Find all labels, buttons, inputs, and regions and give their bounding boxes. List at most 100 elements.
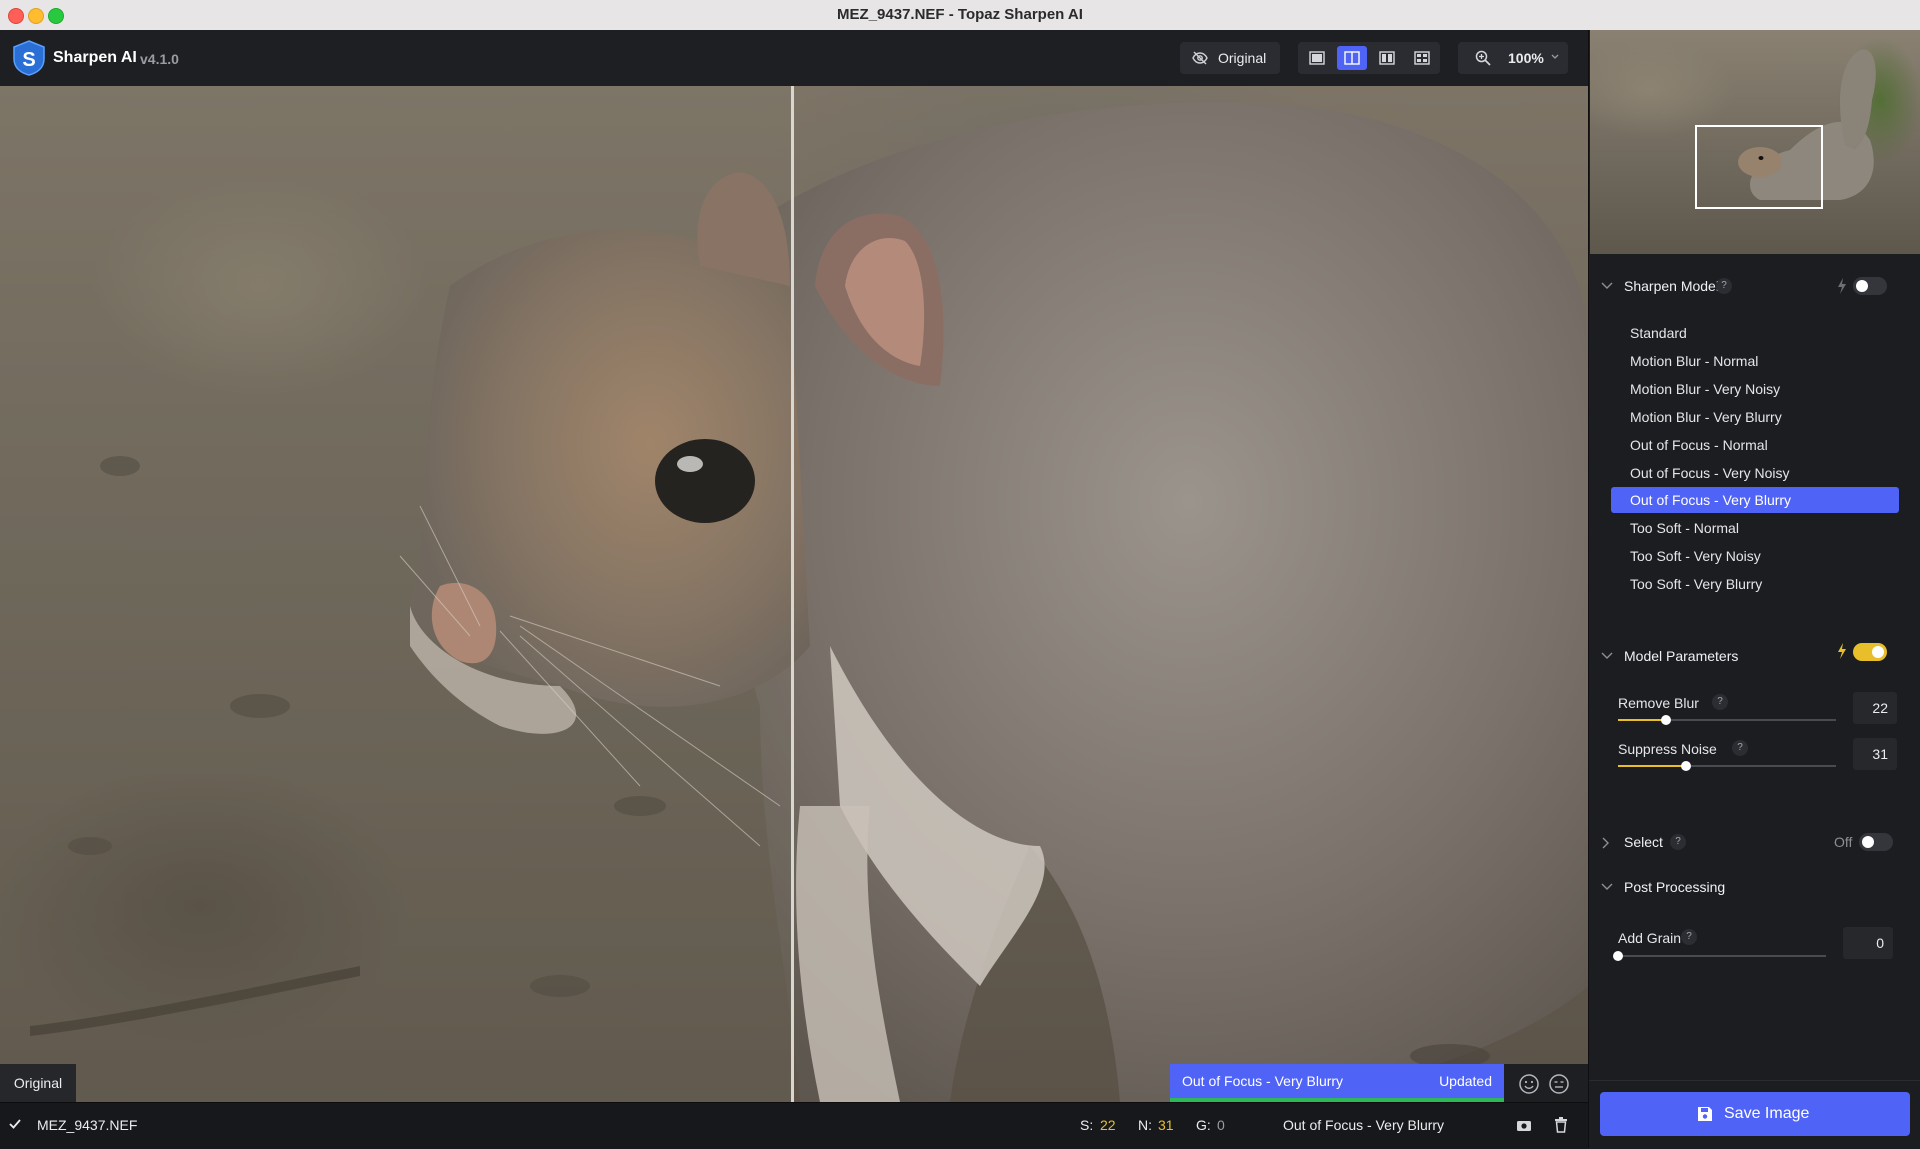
model-option[interactable]: Too Soft - Very Blurry	[1611, 571, 1899, 597]
lightning-icon	[1838, 643, 1846, 659]
side-by-side-view-icon	[1379, 51, 1395, 65]
model-option[interactable]: Too Soft - Normal	[1611, 515, 1899, 541]
sharpen-model-header[interactable]: Sharpen Model ?	[1589, 272, 1920, 300]
window-title: MEZ_9437.NEF - Topaz Sharpen AI	[837, 6, 1083, 23]
select-toggle[interactable]	[1859, 833, 1893, 851]
chevron-down-icon	[1601, 652, 1613, 659]
model-option-label: Too Soft - Normal	[1630, 520, 1739, 537]
zoom-level: 100%	[1508, 50, 1544, 66]
model-option-label: Too Soft - Very Blurry	[1630, 576, 1763, 593]
model-parameters-title: Model Parameters	[1624, 648, 1739, 664]
zoom-icon	[1475, 50, 1491, 66]
view-mode-group	[1298, 42, 1440, 74]
remove-blur-slider[interactable]	[1618, 715, 1836, 725]
model-option-label: Out of Focus - Very Blurry	[1630, 492, 1792, 509]
side-by-side-view-button[interactable]	[1372, 46, 1402, 70]
model-option[interactable]: Too Soft - Very Noisy	[1611, 543, 1899, 569]
settings-panel: Sharpen Model ? Standard Motion Blur - No…	[1588, 30, 1920, 1148]
split-divider-handle[interactable]	[791, 86, 794, 1102]
add-grain-slider[interactable]	[1613, 951, 1826, 961]
trash-icon[interactable]	[1554, 1117, 1568, 1133]
model-option[interactable]: Motion Blur - Normal	[1611, 348, 1899, 374]
remove-blur-label: Remove Blur	[1618, 695, 1699, 711]
model-option-label: Out of Focus - Normal	[1630, 436, 1768, 453]
remove-blur-slider-thumb[interactable]	[1660, 715, 1671, 725]
quad-view-icon	[1414, 51, 1430, 65]
neutral-face-icon[interactable]	[1548, 1073, 1570, 1095]
suppress-noise-slider[interactable]	[1618, 761, 1836, 771]
chevron-down-icon	[1551, 54, 1559, 59]
file-name[interactable]: MEZ_9437.NEF	[37, 1117, 137, 1133]
s-value: 22	[1100, 1117, 1116, 1133]
model-option-label: Motion Blur - Very Blurry	[1630, 408, 1782, 425]
model-option[interactable]: Out of Focus - Normal	[1611, 432, 1899, 458]
add-grain-value[interactable]: 0	[1843, 927, 1893, 959]
post-processing-header[interactable]: Post Processing	[1589, 873, 1920, 901]
save-image-label: Save Image	[1724, 1105, 1810, 1122]
window-titlebar: MEZ_9437.NEF - Topaz Sharpen AI	[0, 0, 1920, 31]
suppress-noise-label: Suppress Noise	[1618, 741, 1717, 757]
bottom-status-bar: MEZ_9437.NEF S: 22 N: 31 G: 0 Out of Foc…	[0, 1102, 1588, 1149]
floppy-disk-icon	[1698, 1107, 1712, 1121]
feedback-group	[1504, 1064, 1588, 1102]
panel-divider	[1589, 1080, 1920, 1081]
sharpen-model-title: Sharpen Model	[1624, 278, 1719, 294]
app-version: v4.1.0	[140, 51, 179, 67]
add-grain-label: Add Grain	[1618, 930, 1682, 946]
model-parameters-header[interactable]: Model Parameters	[1589, 642, 1920, 670]
show-original-label: Original	[1218, 50, 1267, 66]
navigator-thumbnail[interactable]	[1590, 30, 1920, 254]
app-toolbar: S Sharpen AI v4.1.0 Original 100%	[0, 30, 1588, 87]
preview-status-bar: Out of Focus - Very Blurry Updated	[1170, 1064, 1504, 1102]
original-side-overlay	[0, 86, 792, 1102]
suppress-noise-slider-fill	[1618, 765, 1686, 767]
help-icon[interactable]: ?	[1681, 929, 1697, 945]
remove-blur-slider-fill	[1618, 719, 1666, 721]
camera-icon[interactable]	[1516, 1118, 1532, 1132]
suppress-noise-value[interactable]: 31	[1853, 738, 1897, 770]
smile-face-icon[interactable]	[1518, 1073, 1540, 1095]
help-icon[interactable]: ?	[1670, 834, 1686, 850]
split-view-button[interactable]	[1337, 46, 1367, 70]
show-original-button[interactable]: Original	[1180, 42, 1280, 74]
checkmark-icon[interactable]	[8, 1117, 22, 1131]
original-tag: Original	[0, 1064, 76, 1102]
post-processing-title: Post Processing	[1624, 879, 1726, 895]
model-option-label: Too Soft - Very Noisy	[1630, 548, 1761, 565]
model-parameters-auto-toggle[interactable]	[1853, 643, 1887, 661]
eye-off-icon	[1192, 51, 1208, 65]
model-option[interactable]: Out of Focus - Very Noisy	[1611, 460, 1899, 486]
zoom-dropdown[interactable]: 100%	[1458, 42, 1568, 74]
remove-blur-value[interactable]: 22	[1853, 692, 1897, 724]
save-image-button[interactable]: Save Image	[1600, 1092, 1910, 1136]
chevron-down-icon	[1601, 883, 1613, 890]
help-icon[interactable]: ?	[1732, 740, 1748, 756]
g-value: 0	[1217, 1117, 1225, 1133]
chevron-down-icon	[1601, 282, 1613, 289]
model-option-label: Motion Blur - Normal	[1630, 352, 1759, 369]
sharpen-model-auto-toggle[interactable]	[1853, 277, 1887, 295]
quad-view-button[interactable]	[1407, 46, 1437, 70]
add-grain-slider-thumb[interactable]	[1613, 951, 1623, 961]
preview-updated-label: Updated	[1439, 1073, 1492, 1089]
help-icon[interactable]: ?	[1712, 694, 1728, 710]
navigator-viewport-frame[interactable]	[1695, 125, 1823, 209]
model-option[interactable]: Out of Focus - Very Blurry	[1611, 487, 1899, 514]
model-option[interactable]: Motion Blur - Very Blurry	[1611, 404, 1899, 430]
model-option[interactable]: Motion Blur - Very Noisy	[1611, 376, 1899, 402]
select-title: Select	[1624, 834, 1663, 850]
model-option-label: Out of Focus - Very Noisy	[1630, 464, 1790, 481]
chevron-right-icon	[1602, 837, 1609, 849]
sharpen-ai-logo-icon: S	[13, 40, 45, 76]
g-label: G:	[1196, 1117, 1211, 1133]
single-view-button[interactable]	[1302, 46, 1332, 70]
image-canvas[interactable]: Original Out of Focus - Very Blurry Upda…	[0, 86, 1588, 1102]
model-option-label: Standard	[1630, 325, 1687, 341]
app-name: Sharpen AI	[53, 49, 137, 66]
suppress-noise-slider-thumb[interactable]	[1680, 761, 1691, 771]
help-icon[interactable]: ?	[1716, 278, 1732, 294]
select-header[interactable]: Select ? Off	[1589, 828, 1920, 856]
preview-model-name: Out of Focus - Very Blurry	[1182, 1073, 1344, 1089]
model-option[interactable]: Standard	[1611, 320, 1899, 346]
n-label: N:	[1138, 1117, 1152, 1133]
